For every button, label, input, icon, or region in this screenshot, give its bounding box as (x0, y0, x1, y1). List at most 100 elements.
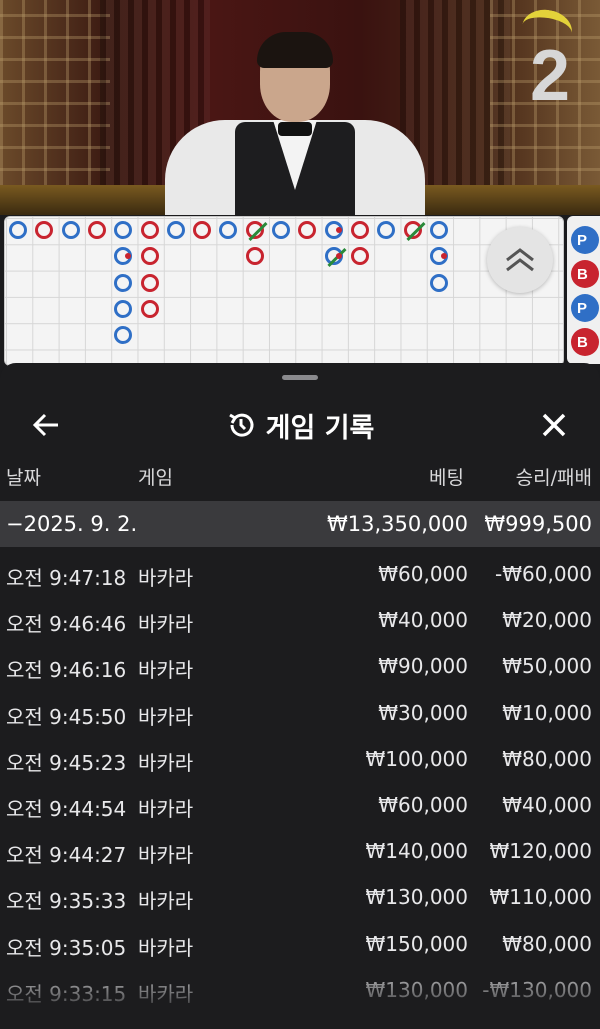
banker-bead (140, 247, 159, 266)
side-bead: P (571, 226, 599, 254)
game-history-panel: 게임 기록 날짜 게임 베팅 승리/패배 −2025. 9. 2. ₩13,35… (0, 363, 600, 1029)
history-row[interactable]: 오전 9:35:05 바카라 ₩150,000 ₩80,000 (0, 921, 600, 967)
history-row-bet: ₩30,000 (378, 700, 468, 725)
player-bead (114, 299, 133, 318)
history-row-win-loss: ₩120,000 (489, 839, 592, 864)
history-row-bet: ₩150,000 (365, 931, 468, 956)
player-bead (324, 247, 347, 268)
date-group-bet-total: ₩13,350,000 (326, 512, 468, 536)
banker-bead (245, 247, 264, 266)
history-row-time: 오전 9:35:05 (6, 935, 127, 960)
history-row-time: 오전 9:35:33 (6, 889, 127, 914)
expand-roadmap-button[interactable] (487, 227, 553, 293)
player-bead (324, 221, 343, 239)
history-row[interactable]: 오전 9:44:54 바카라 ₩60,000 ₩40,000 (0, 782, 600, 828)
history-row-game: 바카라 (138, 935, 194, 960)
history-row-bet: ₩130,000 (365, 885, 468, 910)
column-header-win-loss: 승리/패배 (515, 467, 592, 489)
banker-bead (87, 221, 106, 239)
history-row-bet: ₩130,000 (365, 977, 468, 1002)
history-row-game: 바카라 (138, 981, 194, 1006)
history-row-time: 오전 9:47:18 (6, 566, 127, 590)
history-row-win-loss: ₩110,000 (489, 885, 592, 910)
close-icon (542, 413, 566, 437)
history-icon (228, 413, 254, 437)
banker-bead (140, 273, 159, 292)
panel-header: 게임 기록 (0, 393, 600, 457)
live-video: 2 (0, 0, 600, 215)
drag-handle[interactable] (282, 375, 318, 380)
side-bead: B (571, 260, 599, 288)
history-row-game: 바카라 (138, 658, 194, 683)
history-row[interactable]: 오전 9:33:15 바카라 ₩130,000 -₩130,000 (0, 967, 600, 1013)
history-row[interactable]: 오전 9:46:46 바카라 ₩40,000 ₩20,000 (0, 597, 600, 643)
close-button[interactable] (536, 407, 572, 443)
history-row[interactable]: 오전 9:46:16 바카라 ₩90,000 ₩50,000 (0, 643, 600, 689)
history-row[interactable]: 오전 9:45:23 바카라 ₩100,000 ₩80,000 (0, 736, 600, 782)
dealer (165, 30, 425, 215)
history-row-time: 오전 9:33:15 (6, 981, 127, 1006)
history-row-bet: ₩40,000 (378, 608, 468, 633)
column-header-game: 게임 (138, 467, 173, 489)
banker-bead (403, 221, 426, 242)
history-row-bet: ₩60,000 (378, 562, 468, 586)
player-bead (272, 221, 290, 239)
history-row-win-loss: -₩130,000 (482, 977, 592, 1002)
history-row-win-loss: -₩60,000 (495, 562, 592, 586)
history-row[interactable]: 오전 9:47:18 바카라 ₩60,000 -₩60,000 (0, 551, 600, 597)
history-row-win-loss: ₩10,000 (502, 700, 592, 725)
double-chevron-up-icon (506, 248, 534, 272)
history-row-game: 바카라 (138, 750, 194, 775)
history-row-time: 오전 9:44:27 (6, 843, 127, 868)
column-header-date: 날짜 (6, 467, 41, 489)
history-row-time: 오전 9:46:16 (6, 658, 127, 683)
player-bead (429, 247, 448, 266)
history-row-game: 바카라 (138, 889, 194, 914)
player-bead (114, 273, 133, 292)
date-group-row[interactable]: −2025. 9. 2. ₩13,350,000 ₩999,500 (0, 501, 600, 547)
history-row-time: 오전 9:45:23 (6, 750, 127, 775)
prediction-beads[interactable]: PBPB (567, 216, 600, 364)
history-row-win-loss: ₩50,000 (502, 654, 592, 679)
history-row-bet: ₩100,000 (365, 746, 468, 771)
banker-bead (193, 221, 212, 239)
history-row[interactable]: 오전 9:45:50 바카라 ₩30,000 ₩10,000 (0, 690, 600, 736)
history-row-win-loss: ₩80,000 (502, 931, 592, 956)
player-bead (429, 221, 448, 239)
pair-dot (335, 227, 342, 233)
side-bead: P (571, 294, 599, 322)
history-row-bet: ₩140,000 (365, 839, 468, 864)
countdown-number: 2 (529, 36, 570, 116)
history-row[interactable]: 오전 9:44:27 바카라 ₩140,000 ₩120,000 (0, 828, 600, 874)
banker-bead (140, 221, 159, 239)
history-row-game: 바카라 (138, 704, 194, 729)
player-bead (61, 221, 80, 239)
history-row-time: 오전 9:45:50 (6, 704, 127, 729)
banker-bead (140, 299, 159, 318)
bead-road-map[interactable] (4, 216, 564, 366)
player-bead (429, 273, 448, 292)
history-row-win-loss: ₩20,000 (502, 608, 592, 633)
history-row-time: 오전 9:46:46 (6, 612, 127, 637)
history-row-game: 바카라 (138, 843, 194, 868)
pair-dot (440, 253, 447, 260)
player-bead (166, 221, 185, 239)
history-row-bet: ₩90,000 (378, 654, 468, 679)
pair-dot (125, 253, 132, 260)
column-headers: 날짜 게임 베팅 승리/패배 (0, 463, 600, 499)
banker-bead (245, 221, 268, 242)
history-row-game: 바카라 (138, 612, 194, 637)
history-row-time: 오전 9:44:54 (6, 797, 127, 821)
pair-dot (335, 253, 342, 260)
date-group-win-loss-total: ₩999,500 (484, 512, 592, 536)
history-row-game: 바카라 (138, 797, 194, 821)
history-row-win-loss: ₩80,000 (502, 746, 592, 771)
history-row-game: 바카라 (138, 566, 194, 590)
side-bead: B (571, 328, 599, 356)
panel-title: 게임 기록 (265, 412, 375, 444)
history-row-win-loss: ₩40,000 (502, 793, 592, 817)
banker-bead (350, 221, 369, 239)
date-group-date: −2025. 9. 2. (6, 512, 138, 536)
history-row[interactable]: 오전 9:35:33 바카라 ₩130,000 ₩110,000 (0, 874, 600, 920)
player-bead (9, 221, 27, 239)
